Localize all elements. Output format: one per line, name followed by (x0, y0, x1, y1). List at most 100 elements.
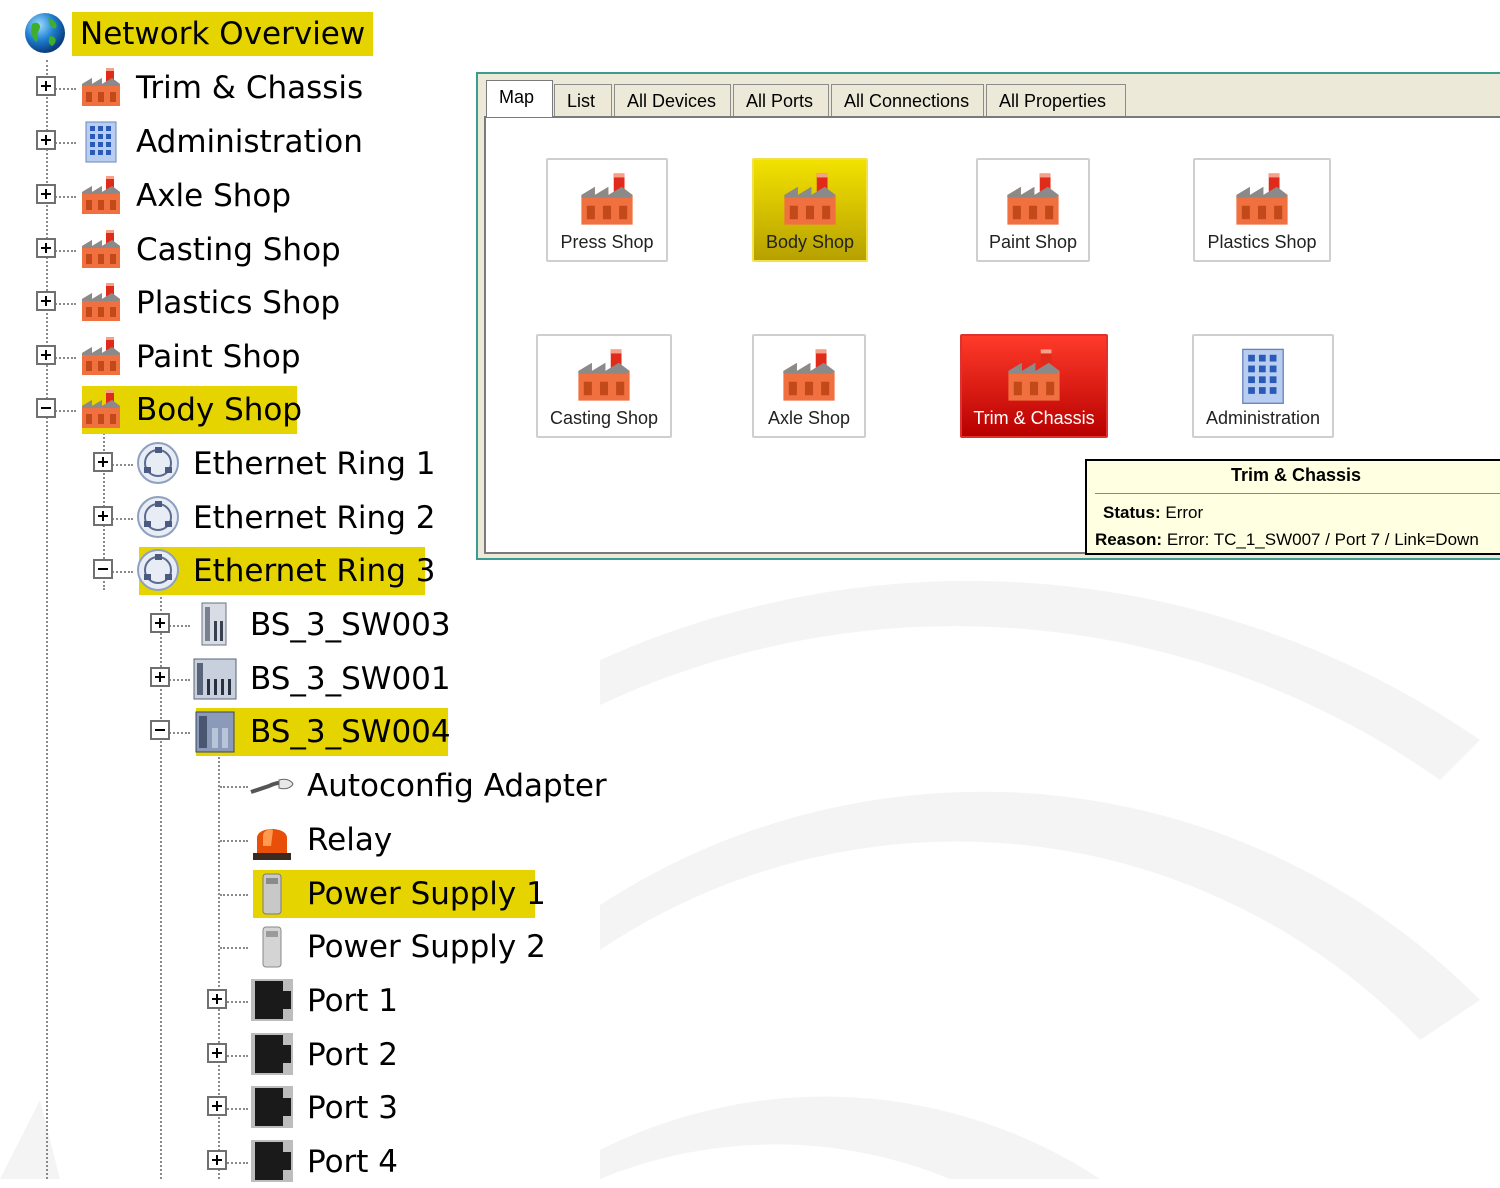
tree-item-label: Ethernet Ring 2 (193, 500, 436, 536)
factory-icon (1236, 173, 1288, 225)
expand-toggle[interactable] (36, 345, 56, 365)
tab-map[interactable]: Map (486, 80, 553, 117)
expand-toggle[interactable] (36, 238, 56, 258)
tab-list[interactable]: List (554, 84, 612, 116)
expand-toggle[interactable] (150, 613, 170, 633)
tree-item-label: Paint Shop (136, 339, 301, 375)
factory-icon (784, 173, 836, 225)
port-icon (251, 1086, 293, 1128)
tree-item-label: BS_3_SW003 (250, 607, 451, 643)
tree-item-label: Relay (307, 822, 393, 858)
expand-toggle[interactable] (207, 989, 227, 1009)
tree-item-label: Ethernet Ring 1 (193, 446, 436, 482)
switch-device-icon (193, 658, 237, 700)
port-icon (251, 1140, 293, 1182)
factory-icon (82, 390, 120, 428)
switch-device-icon (201, 602, 227, 646)
expand-toggle[interactable] (36, 291, 56, 311)
tree-item-label: Port 1 (307, 983, 399, 1019)
tree-item-label: Administration (136, 124, 363, 160)
port-icon (251, 1033, 293, 1075)
factory-icon (82, 230, 120, 268)
port-icon (251, 979, 293, 1021)
office-building-icon (85, 121, 117, 163)
tooltip-reason-value: Error: TC_1_SW007 / Port 7 / Link=Down (1166, 530, 1479, 549)
map-node-label: Paint Shop (988, 232, 1078, 252)
factory-icon (82, 337, 120, 375)
map-node-casting-shop[interactable]: Casting Shop (536, 334, 672, 438)
tooltip-status-label: Status: (1103, 503, 1161, 522)
factory-icon (82, 68, 120, 106)
tooltip-reason-row: Reason: Error: TC_1_SW007 / Port 7 / Lin… (1095, 530, 1479, 550)
expand-toggle[interactable] (93, 506, 113, 526)
tooltip-divider (1095, 493, 1500, 494)
tree-item-label: Trim & Chassis (136, 70, 364, 106)
map-node-axle-shop[interactable]: Axle Shop (752, 334, 866, 438)
tree-item-label: Plastics Shop (136, 285, 341, 321)
tree-item-label: Port 2 (307, 1037, 399, 1073)
tree-item-label: Port 4 (307, 1144, 399, 1180)
tooltip-status-row: Status: Error (1103, 503, 1203, 523)
tree-connector (220, 786, 248, 788)
network-ring-icon (137, 442, 179, 484)
expand-toggle[interactable] (36, 76, 56, 96)
tab-all-devices[interactable]: All Devices (614, 84, 731, 116)
factory-icon (783, 349, 835, 401)
factory-icon (581, 173, 633, 225)
map-node-press-shop[interactable]: Press Shop (546, 158, 668, 262)
tree-connector (220, 894, 248, 896)
tree-item-label: Ethernet Ring 3 (193, 553, 436, 589)
network-ring-icon (137, 496, 179, 538)
tooltip-title: Trim & Chassis (1230, 465, 1362, 485)
expand-toggle[interactable] (207, 1043, 227, 1063)
tab-all-properties[interactable]: All Properties (986, 84, 1126, 116)
tree-item-label: Casting Shop (136, 232, 341, 268)
globe-icon (25, 13, 65, 53)
tooltip-reason-label: Reason: (1095, 530, 1163, 549)
map-node-label: Trim & Chassis (973, 408, 1095, 428)
power-supply-icon (262, 926, 282, 968)
status-tooltip: Trim & Chassis Status: Error Reason: Err… (1085, 459, 1500, 555)
collapse-toggle[interactable] (36, 398, 56, 418)
expand-toggle[interactable] (36, 130, 56, 150)
expand-toggle[interactable] (36, 184, 56, 204)
tree-item-label: Port 3 (307, 1090, 399, 1126)
network-ring-icon (137, 549, 179, 591)
map-node-plastics-shop[interactable]: Plastics Shop (1193, 158, 1331, 262)
map-node-label: Administration (1205, 408, 1321, 428)
map-node-label: Plastics Shop (1207, 232, 1317, 252)
factory-icon (578, 349, 630, 401)
office-building-icon (1242, 348, 1284, 404)
map-node-label: Body Shop (765, 232, 855, 252)
expand-toggle[interactable] (207, 1150, 227, 1170)
map-node-paint-shop[interactable]: Paint Shop (976, 158, 1090, 262)
expand-toggle[interactable] (207, 1096, 227, 1116)
map-node-label: Axle Shop (767, 408, 851, 428)
map-node-body-shop[interactable]: Body Shop (752, 158, 868, 262)
tree-item-label: Power Supply 2 (307, 929, 546, 965)
tree-item-label: Body Shop (136, 392, 303, 428)
tree-item-label: Power Supply 1 (307, 876, 546, 912)
tree-item-label: BS_3_SW004 (250, 714, 451, 750)
map-node-administration[interactable]: Administration (1192, 334, 1334, 438)
expand-toggle[interactable] (93, 452, 113, 472)
factory-icon (82, 176, 120, 214)
tab-all-ports[interactable]: All Ports (733, 84, 829, 116)
factory-icon (1007, 173, 1059, 225)
expand-toggle[interactable] (150, 667, 170, 687)
power-supply-icon (262, 873, 282, 915)
map-node-label: Press Shop (560, 232, 654, 252)
tree-item-label: Autoconfig Adapter (307, 768, 607, 804)
adapter-cable-icon (250, 778, 294, 794)
map-node-trim-chassis[interactable]: Trim & Chassis (960, 334, 1108, 438)
tree-root-label: Network Overview (72, 12, 374, 56)
tree-item-label: Axle Shop (136, 178, 292, 214)
tooltip-status-value: Error (1165, 503, 1204, 522)
tree-guide-line (46, 60, 48, 1179)
collapse-toggle[interactable] (150, 720, 170, 740)
switch-device-icon (195, 711, 235, 753)
tree-connector (220, 840, 248, 842)
collapse-toggle[interactable] (93, 559, 113, 579)
tab-all-connections[interactable]: All Connections (831, 84, 984, 116)
tree-connector (220, 947, 248, 949)
